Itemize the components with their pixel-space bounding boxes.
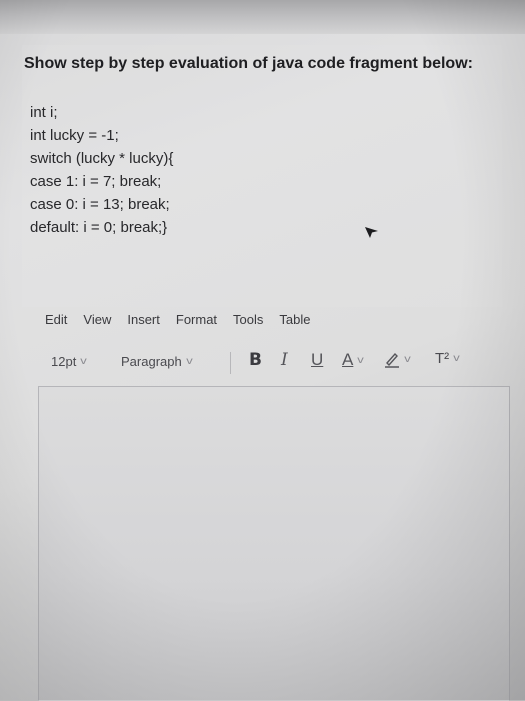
- editor-toolbar: 12pt v Paragraph v B I U A v v T² v: [38, 350, 508, 376]
- menu-view[interactable]: View: [83, 312, 111, 332]
- editor-menubar: Edit View Insert Format Tools Table: [45, 312, 326, 332]
- chevron-down-icon: v: [453, 353, 460, 364]
- menu-table[interactable]: Table: [279, 312, 310, 332]
- top-shadow-strip: [0, 0, 525, 34]
- mouse-pointer-icon: [365, 227, 378, 238]
- chevron-down-icon: v: [357, 354, 365, 366]
- underline-button[interactable]: U: [311, 350, 323, 370]
- font-size-value: 12pt: [51, 354, 77, 369]
- code-line: default: i = 0; break;}: [30, 219, 168, 236]
- italic-button[interactable]: I: [281, 350, 288, 370]
- menu-edit[interactable]: Edit: [45, 312, 67, 332]
- superscript-button[interactable]: T² v: [435, 350, 460, 367]
- menu-insert[interactable]: Insert: [127, 312, 160, 332]
- chevron-down-icon: v: [80, 356, 88, 367]
- text-color-button[interactable]: A v: [342, 350, 365, 370]
- highlight-color-button[interactable]: v: [384, 350, 411, 368]
- code-fragment: int i; int lucky = -1; switch (lucky * l…: [30, 101, 173, 239]
- paragraph-format-value: Paragraph: [121, 354, 182, 369]
- toolbar-divider: [230, 352, 231, 374]
- code-line: switch (lucky * lucky){: [30, 150, 174, 167]
- pencil-highlight-icon: [385, 352, 399, 368]
- code-line: case 1: i = 7; break;: [30, 173, 162, 190]
- paragraph-format-dropdown[interactable]: Paragraph v: [121, 354, 192, 369]
- chevron-down-icon: v: [404, 353, 411, 365]
- bold-button[interactable]: B: [249, 350, 262, 370]
- font-size-dropdown[interactable]: 12pt v: [51, 354, 88, 369]
- answer-editor[interactable]: [38, 386, 510, 701]
- code-line: int i;: [30, 104, 58, 121]
- question-title: Show step by step evaluation of java cod…: [24, 55, 473, 72]
- menu-format[interactable]: Format: [176, 312, 217, 332]
- menu-tools[interactable]: Tools: [233, 312, 263, 332]
- superscript-label: T²: [435, 350, 450, 367]
- chevron-down-icon: v: [185, 356, 193, 367]
- code-line: int lucky = -1;: [30, 127, 119, 144]
- text-color-label: A: [342, 350, 354, 369]
- code-line: case 0: i = 13; break;: [30, 196, 170, 213]
